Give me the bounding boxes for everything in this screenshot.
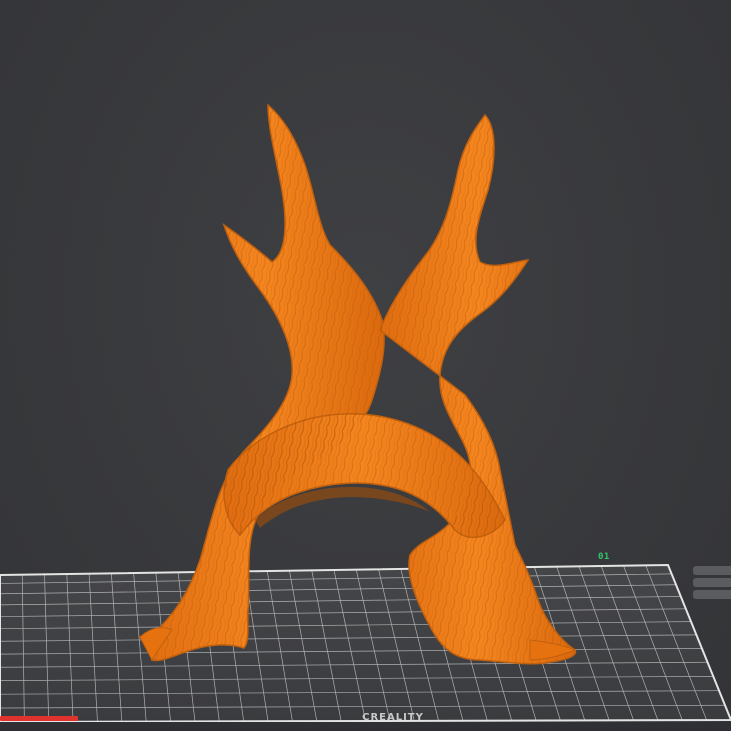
plate-tool-icon[interactable] (693, 578, 731, 587)
3d-viewport[interactable]: 01 CREALITY (0, 0, 731, 731)
x-axis-indicator (0, 716, 78, 721)
plate-number-label[interactable]: 01 (598, 552, 610, 562)
plate-tools (693, 566, 731, 602)
plate-tool-icon[interactable] (693, 566, 731, 575)
bed-brand-logo: CREALITY (362, 712, 424, 723)
scene-canvas[interactable] (0, 0, 731, 731)
build-plate (0, 563, 731, 731)
plate-tool-icon[interactable] (693, 590, 731, 599)
